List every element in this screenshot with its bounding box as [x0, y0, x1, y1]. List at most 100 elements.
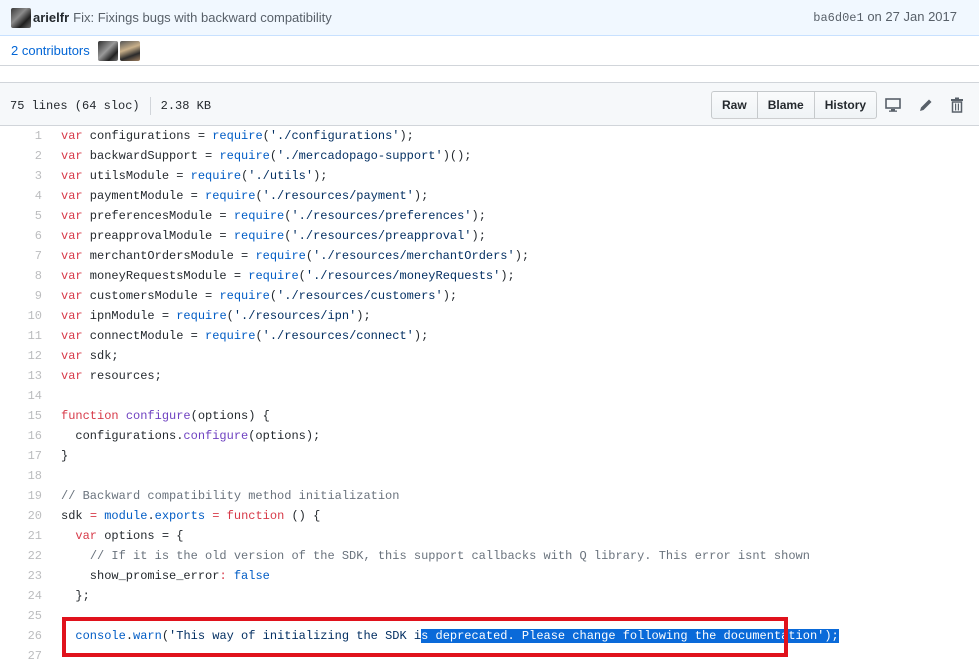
code-text: var configurations = require('./configur… — [61, 126, 414, 146]
contributor-avatar[interactable] — [119, 40, 140, 61]
code-text: } — [61, 446, 68, 466]
file-info-divider — [149, 97, 151, 115]
code-token: options = { — [97, 529, 184, 543]
code-text: configurations.configure(options); — [61, 426, 320, 446]
commit-message[interactable]: Fix: Fixings bugs with backward compatib… — [73, 10, 332, 25]
pencil-icon[interactable] — [917, 96, 935, 114]
code-text: var preapprovalModule = require('./resou… — [61, 226, 486, 246]
code-token: ( — [226, 309, 234, 323]
code-token: './resources/customers' — [277, 289, 443, 303]
commit-author[interactable]: arielfr — [33, 10, 69, 25]
code-token: ( — [305, 249, 314, 263]
code-line: 9 var customersModule = require('./resour… — [0, 286, 979, 306]
code-line: 21 var options = { — [0, 526, 979, 546]
code-line: 4 var paymentModule = require('./resource… — [0, 186, 979, 206]
code-view[interactable]: 1 var configurations = require('./configu… — [0, 126, 979, 672]
code-text: var merchantOrdersModule = require('./re… — [61, 246, 529, 266]
desktop-icon[interactable] — [884, 96, 902, 114]
line-number[interactable]: 24 — [0, 586, 42, 606]
code-token: // Backward compatibility method initial… — [61, 489, 400, 503]
line-number[interactable]: 4 — [0, 186, 42, 206]
code-text: var utilsModule = require('./utils'); — [61, 166, 327, 186]
code-text: var resources; — [61, 366, 162, 386]
code-token: )(); — [442, 149, 472, 163]
code-token: ); — [313, 169, 328, 183]
line-number[interactable]: 6 — [0, 226, 42, 246]
code-token: ); — [471, 229, 486, 243]
line-number[interactable]: 15 — [0, 406, 42, 426]
code-token: ( — [298, 269, 306, 283]
code-token: require — [219, 289, 270, 303]
author-avatar[interactable] — [11, 7, 31, 28]
code-token: } — [61, 449, 69, 463]
blame-button[interactable]: Blame — [756, 91, 815, 119]
code-token: (options) { — [190, 409, 270, 423]
line-number[interactable]: 22 — [0, 546, 42, 566]
line-number[interactable]: 3 — [0, 166, 42, 186]
code-line: 20 sdk = module.exports = function () { — [0, 506, 979, 526]
line-number[interactable]: 25 — [0, 606, 42, 626]
code-text: show_promise_error: false — [61, 566, 270, 586]
code-token: require — [176, 309, 227, 323]
code-token: ); — [514, 249, 530, 263]
file-header: 75 lines (64 sloc) 2.38 KB Raw Blame His… — [0, 82, 979, 126]
line-number[interactable]: 10 — [0, 306, 42, 326]
line-number[interactable]: 26 — [0, 626, 42, 646]
raw-button[interactable]: Raw — [711, 91, 758, 119]
code-token: ( — [255, 329, 263, 343]
contributors-link[interactable]: 2 contributors — [11, 43, 90, 58]
code-line: 1 var configurations = require('./configu… — [0, 126, 979, 146]
line-number[interactable]: 19 — [0, 486, 42, 506]
code-text: var customersModule = require('./resourc… — [61, 286, 457, 306]
code-line: 24 }; — [0, 586, 979, 606]
line-number[interactable]: 14 — [0, 386, 42, 406]
code-token: () { — [284, 509, 321, 523]
code-token: var — [61, 309, 83, 323]
line-number[interactable]: 13 — [0, 366, 42, 386]
trash-icon[interactable] — [948, 96, 966, 114]
commit-sha[interactable]: ba6d0e1 — [813, 11, 863, 25]
line-number[interactable]: 9 — [0, 286, 42, 306]
history-button[interactable]: History — [813, 91, 878, 119]
code-token: require — [219, 149, 270, 163]
line-number[interactable]: 27 — [0, 646, 42, 666]
contributor-avatar[interactable] — [97, 40, 118, 61]
line-number[interactable]: 5 — [0, 206, 42, 226]
code-token: var — [61, 249, 83, 263]
code-line: 5 var preferencesModule = require('./reso… — [0, 206, 979, 226]
line-number[interactable]: 11 — [0, 326, 42, 346]
code-line: 6 var preapprovalModule = require('./reso… — [0, 226, 979, 246]
line-number[interactable]: 23 — [0, 566, 42, 586]
line-number[interactable]: 21 — [0, 526, 42, 546]
line-number[interactable]: 18 — [0, 466, 42, 486]
code-token: var — [61, 229, 83, 243]
line-number[interactable]: 2 — [0, 146, 42, 166]
code-token: connectModule = — [82, 329, 206, 343]
code-text: // Backward compatibility method initial… — [61, 486, 399, 506]
code-token: './mercadopago-support' — [277, 149, 443, 163]
line-number[interactable]: 20 — [0, 506, 42, 526]
line-number[interactable]: 1 — [0, 126, 42, 146]
code-token: var — [61, 149, 83, 163]
code-token: ); — [356, 309, 371, 323]
code-token: sdk — [61, 509, 90, 523]
code-token: configurations. — [61, 429, 184, 443]
code-token: require — [233, 229, 285, 243]
file-size: 2.38 KB — [160, 99, 212, 113]
code-token: : — [219, 569, 227, 583]
code-text: }; — [61, 586, 89, 606]
code-token: ipnModule = — [82, 309, 177, 323]
line-number[interactable]: 16 — [0, 426, 42, 446]
code-line: 3 var utilsModule = require('./utils'); — [0, 166, 979, 186]
line-number[interactable]: 17 — [0, 446, 42, 466]
code-token: ); — [399, 129, 414, 143]
code-line: 8 var moneyRequestsModule = require('./re… — [0, 266, 979, 286]
commit-date: 27 Jan 2017 — [885, 9, 957, 24]
line-number[interactable]: 7 — [0, 246, 42, 266]
code-token: ( — [262, 129, 270, 143]
code-token: './resources/connect' — [262, 329, 414, 343]
code-text: var connectModule = require('./resources… — [61, 326, 428, 346]
line-number[interactable]: 8 — [0, 266, 42, 286]
line-number[interactable]: 12 — [0, 346, 42, 366]
